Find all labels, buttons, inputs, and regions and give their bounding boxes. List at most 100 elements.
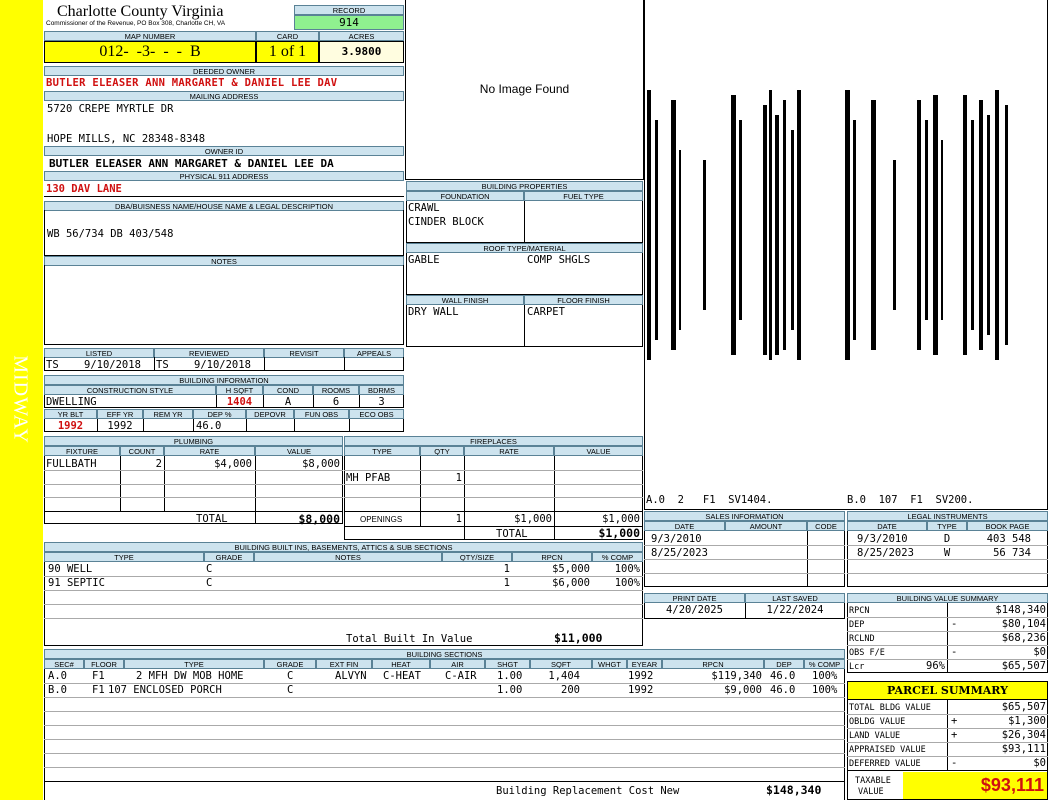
h-dep: DEP %	[193, 409, 246, 419]
sales-label: SALES INFORMATION	[644, 511, 845, 521]
building-info-label: BUILDING INFORMATION	[44, 375, 404, 385]
floor-finish: CARPET	[527, 306, 565, 318]
sec-row1-sqft: 1,404	[548, 670, 580, 682]
county-title: Charlotte County Virginia	[57, 3, 224, 20]
building-props-label: BUILDING PROPERTIES	[406, 181, 643, 191]
sec-h-type: TYPE	[124, 659, 264, 669]
wall-finish: DRY WALL	[408, 306, 459, 318]
parcel-obldg-label: OBLDG VALUE	[849, 717, 906, 727]
sec-h-sqft: SQFT	[530, 659, 592, 669]
vs-rpcn-label: RPCN	[849, 606, 870, 616]
owner-id-value: BUTLER ELEASER ANN MARGARET & DANIEL LEE…	[49, 158, 334, 170]
roof-label: ROOF TYPE/MATERIAL	[406, 243, 643, 253]
sec-row2-eyear: 1992	[628, 684, 654, 696]
bedrooms: 3	[378, 396, 385, 408]
last-saved: 1/22/2024	[766, 604, 824, 616]
sec-row1-shgt: 1.00	[497, 670, 523, 682]
sales-h-amount: AMOUNT	[725, 521, 807, 531]
sec-row2-sqft: 200	[561, 684, 580, 696]
vs-dep: $80,104	[1001, 618, 1046, 630]
print-date-label: PRINT DATE	[644, 593, 745, 603]
instrument-type-1: D	[943, 533, 951, 545]
sec-h-dep: DEP	[764, 659, 804, 669]
value-summary-label: BUILDING VALUE SUMMARY	[847, 593, 1048, 603]
sec-row1-comp: 100%	[812, 670, 838, 682]
record-value: 914	[294, 15, 404, 30]
parcel-land: $26,304	[1001, 729, 1046, 741]
mailing-line1: 5720 CREPE MYRTLE DR	[47, 103, 174, 115]
print-date: 4/20/2025	[666, 604, 723, 616]
sales-h-date: DATE	[644, 521, 725, 531]
fireplace-qty: 1	[455, 472, 462, 484]
h-style: CONSTRUCTION STYLE	[44, 385, 216, 395]
fireplace-total: $1,000	[598, 526, 640, 540]
effective-year: 1992	[107, 420, 133, 432]
sections-total-label: Building Replacement Cost New	[496, 785, 680, 797]
builtin-rpcn-2: $6,000	[552, 577, 590, 589]
plumbing-rate: $4,000	[214, 458, 252, 470]
taxable-label-2: VALUE	[858, 787, 884, 797]
builtin-grade-2: C	[206, 577, 213, 589]
taxable-value: $93,111	[903, 772, 1047, 799]
reviewed-date: 9/10/2018	[194, 359, 251, 371]
map-label: MAP NUMBER	[44, 31, 256, 41]
builtin-comp-1: 100%	[614, 563, 640, 575]
sec-h-floor: FLOOR	[84, 659, 124, 669]
builtin-type-2: 91 SEPTIC	[48, 577, 105, 589]
record-label: RECORD	[294, 5, 404, 15]
construction-style: DWELLING	[46, 396, 97, 408]
instrument-date-2: 8/25/2023	[857, 547, 914, 559]
vs-obs: $0	[1033, 646, 1046, 658]
instruments-h-book: BOOK PAGE	[967, 521, 1048, 531]
sections-total: $148,340	[766, 783, 822, 797]
plumbing-h-rate: RATE	[164, 446, 255, 456]
sec-row2-sec: B.0	[48, 684, 67, 696]
sketch-caption-b: B.0 107 F1 SV200.	[847, 494, 974, 506]
foundation-label: FOUNDATION	[406, 191, 524, 201]
builtins-h-comp: % COMP	[592, 552, 643, 562]
vs-lcr: $65,507	[1001, 660, 1046, 672]
parcel-deferred-label: DEFERRED VALUE	[849, 759, 921, 769]
instrument-book-2: 56 734	[993, 547, 1031, 559]
roof-material: COMP SHGLS	[527, 254, 591, 266]
sec-row1-type: 2 MFH DW MOB HOME	[136, 670, 244, 682]
parcel-deferred: $0	[1033, 757, 1046, 769]
plumbing-count: 2	[155, 458, 162, 470]
instrument-type-2: W	[943, 547, 951, 559]
sec-h-rpcn: RPCN	[662, 659, 764, 669]
instruments-label: LEGAL INSTRUMENTS	[847, 511, 1048, 521]
plumbing-h-fixture: FIXTURE	[44, 446, 120, 456]
vs-lcr-pct: 96%	[926, 660, 945, 672]
parcel-summary-label: PARCEL SUMMARY	[847, 681, 1048, 700]
acres-label: ACRES	[319, 31, 404, 41]
parcel-land-label: LAND VALUE	[849, 731, 901, 741]
sec-row2-type: 107 ENCLOSED PORCH	[108, 684, 222, 696]
plumbing-fixture: FULLBATH	[46, 458, 97, 470]
county-subtitle: Commissioner of the Revenue, PO Box 308,…	[46, 20, 226, 27]
builtins-h-grade: GRADE	[204, 552, 254, 562]
listed-by: TS	[46, 359, 59, 371]
h-remyr: REM YR	[143, 409, 193, 419]
vs-rpcn: $148,340	[995, 604, 1046, 616]
sec-row2-rpcn: $9,000	[724, 684, 762, 696]
listed-date: 9/10/2018	[84, 359, 141, 371]
builtin-grade-1: C	[206, 563, 213, 575]
year-built: 1992	[57, 420, 84, 432]
builtin-type-1: 90 WELL	[48, 563, 93, 575]
instrument-book-1: 403 548	[986, 533, 1031, 545]
acres-value: 3.9800	[319, 41, 404, 63]
sec-row1-air: C-AIR	[445, 670, 477, 682]
sec-h-extfin: EXT FIN	[316, 659, 372, 669]
plumbing-label: PLUMBING	[44, 436, 343, 446]
parcel-obldg: $1,300	[1008, 715, 1046, 727]
instrument-date-1: 9/3/2010	[857, 533, 908, 545]
owner-name: BUTLER ELEASER ANN MARGARET & DANIEL LEE…	[46, 77, 338, 89]
fuel-label: FUEL TYPE	[524, 191, 643, 201]
sec-row1-extfin: ALVYN	[335, 670, 367, 682]
h-sqft: H SQFT	[216, 385, 263, 395]
openings-label: OPENINGS	[360, 515, 403, 524]
builtins-total: $11,000	[554, 631, 603, 645]
vs-rclnd-label: RCLND	[849, 634, 875, 644]
legal-value: WB 56/734 DB 403/548	[47, 228, 174, 240]
sales-h-code: CODE	[807, 521, 845, 531]
